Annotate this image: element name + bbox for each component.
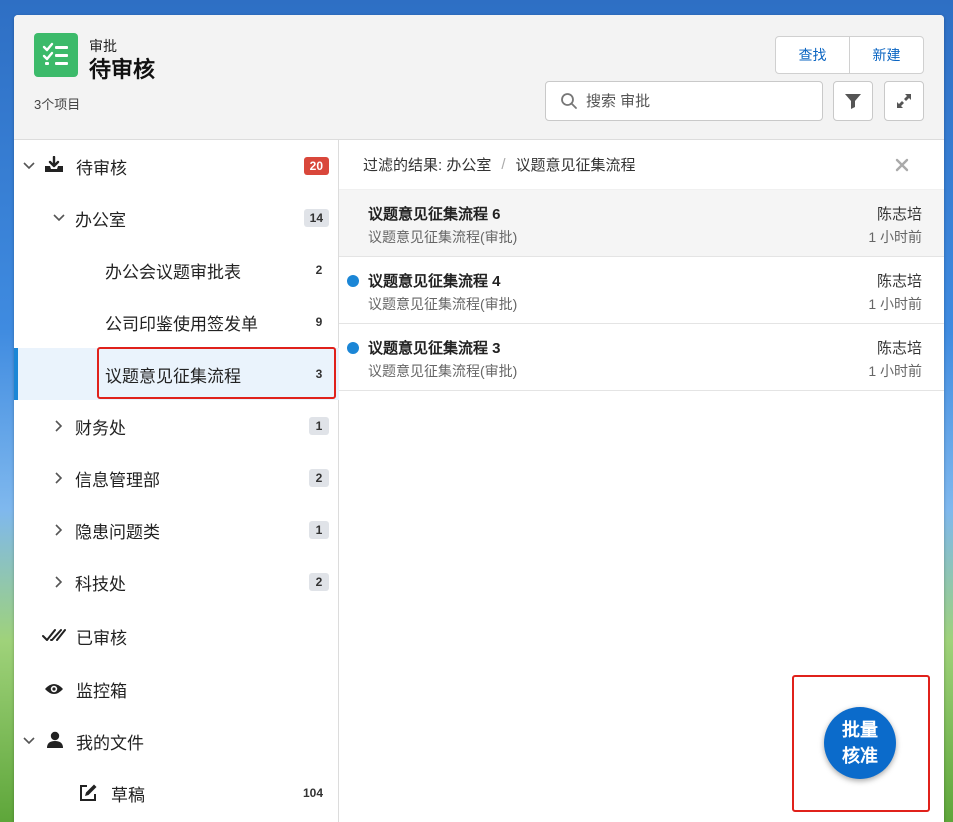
record-subtitle: 议题意见征集流程(审批): [368, 296, 518, 312]
sidebar-item-label: 已审核: [76, 628, 127, 648]
sidebar-item-label: 议题意见征集流程: [105, 366, 241, 386]
sidebar-item-label: 待审核: [76, 158, 127, 178]
filter-current: 议题意见征集流程: [515, 157, 636, 174]
record-subtitle: 议题意见征集流程(审批): [368, 363, 518, 379]
count-badge: 3: [315, 367, 323, 381]
sidebar-item-reviewed[interactable]: 已审核: [14, 610, 339, 662]
sidebar-item-office[interactable]: 办公室 14: [14, 192, 339, 244]
sidebar-item-hazard-issues[interactable]: 隐患问题类 1: [14, 504, 339, 556]
edit-icon: [78, 782, 98, 802]
fab-label-line2: 核准: [842, 746, 878, 766]
sidebar-item-drafts[interactable]: 草稿 104: [14, 767, 339, 819]
record-user: 陈志培: [876, 273, 922, 290]
count-badge: 104: [302, 786, 323, 800]
count-badge: 14: [303, 209, 329, 227]
search-icon: [561, 93, 577, 109]
record-time: 1 小时前: [868, 363, 922, 379]
sidebar-item-tech[interactable]: 科技处 2: [14, 556, 339, 608]
count-badge: 1: [309, 521, 329, 539]
count-badge: 2: [315, 263, 323, 277]
unread-dot-icon: [347, 275, 359, 287]
chevron-right-icon[interactable]: [53, 420, 65, 432]
sidebar-item-monitor[interactable]: 监控箱: [14, 663, 339, 715]
eye-icon: [44, 679, 64, 699]
record-title[interactable]: 议题意见征集流程 6: [368, 203, 501, 224]
sidebar-item-label: 办公室: [75, 210, 126, 230]
chevron-right-icon[interactable]: [53, 472, 65, 484]
filter-breadcrumb: 过滤的结果: 办公室 / 议题意见征集流程: [339, 140, 944, 190]
chevron-right-icon[interactable]: [53, 576, 65, 588]
count-badge: 2: [309, 573, 329, 591]
sidebar-item-label: 我的文件: [76, 733, 144, 753]
search-input[interactable]: [586, 92, 806, 110]
record-subtitle: 议题意见征集流程(审批): [368, 229, 518, 245]
unread-dot-icon: [347, 342, 359, 354]
sidebar-item-label: 草稿: [111, 785, 145, 805]
sidebar-item-opinion-collection[interactable]: 议题意见征集流程 3: [14, 348, 339, 400]
record-row[interactable]: 议题意见征集流程 3 议题意见征集流程(审批) 陈志培 1 小时前: [339, 324, 944, 391]
breadcrumb-separator: /: [501, 156, 506, 173]
sidebar-item-label: 办公会议题审批表: [105, 262, 241, 282]
record-time: 1 小时前: [868, 229, 922, 245]
count-badge: 1: [309, 417, 329, 435]
sidebar-item-meeting-topic-form[interactable]: 办公会议题审批表 2: [14, 244, 339, 296]
new-button[interactable]: 新建: [850, 37, 923, 73]
sidebar-item-my-files[interactable]: 我的文件: [14, 715, 339, 767]
chevron-down-icon[interactable]: [23, 735, 35, 747]
chevron-down-icon[interactable]: [53, 212, 65, 224]
record-time: 1 小时前: [868, 296, 922, 312]
filter-button[interactable]: [833, 81, 873, 121]
record-row[interactable]: 议题意见征集流程 6 议题意见征集流程(审批) 陈志培 1 小时前: [339, 190, 944, 257]
fab-highlight-box: 批量 核准: [792, 675, 930, 812]
record-title[interactable]: 议题意见征集流程 4: [368, 270, 501, 291]
sidebar-item-label: 财务处: [75, 418, 126, 438]
filter-icon: [845, 94, 861, 109]
record-title[interactable]: 议题意见征集流程 3: [368, 337, 501, 358]
sidebar-item-label: 隐患问题类: [75, 522, 160, 542]
sidebar-item-label: 信息管理部: [75, 470, 160, 490]
sidebar-item-label: 公司印鉴使用签发单: [105, 314, 258, 334]
folder-sidebar: 待审核 20 办公室 14 办公会议题审批表 2 公司印鉴使用签发单 9 议题意…: [14, 140, 339, 822]
sidebar-item-label: 科技处: [75, 574, 126, 594]
count-badge: 20: [303, 157, 329, 175]
close-icon[interactable]: [894, 157, 910, 173]
sidebar-item-finance[interactable]: 财务处 1: [14, 400, 339, 452]
user-icon: [45, 730, 65, 750]
item-count: 3个项目: [34, 97, 81, 112]
count-badge: 2: [309, 469, 329, 487]
sidebar-item-seal-usage-form[interactable]: 公司印鉴使用签发单 9: [14, 296, 339, 348]
chevron-down-icon[interactable]: [23, 160, 35, 172]
sidebar-item-pending[interactable]: 待审核 20: [14, 140, 339, 192]
search-box: [545, 81, 823, 121]
approval-panel: 审批 待审核 3个项目 查找 新建 搜索 审批 待审核 20 办公室 14 办公…: [14, 15, 944, 822]
find-button[interactable]: 查找: [776, 37, 850, 73]
batch-approve-button[interactable]: 批量 核准: [824, 707, 896, 779]
count-badge: 9: [315, 315, 323, 329]
page-title: 待审核: [89, 57, 156, 82]
double-check-icon: [42, 626, 66, 646]
expand-icon: [897, 94, 911, 108]
fab-label-line1: 批量: [842, 720, 878, 740]
sidebar-item-info-management[interactable]: 信息管理部 2: [14, 452, 339, 504]
action-button-group: 查找 新建: [775, 36, 924, 74]
sidebar-item-label: 监控箱: [76, 681, 127, 701]
filter-prefix: 过滤的结果: 办公室: [363, 157, 492, 174]
page-header: 审批 待审核 3个项目 查找 新建: [14, 15, 944, 140]
chevron-right-icon[interactable]: [53, 524, 65, 536]
expand-button[interactable]: [884, 81, 924, 121]
checklist-icon: [34, 33, 78, 77]
inbox-download-icon: [44, 155, 64, 175]
record-row[interactable]: 议题意见征集流程 4 议题意见征集流程(审批) 陈志培 1 小时前: [339, 257, 944, 324]
record-user: 陈志培: [876, 340, 922, 357]
record-user: 陈志培: [876, 206, 922, 223]
